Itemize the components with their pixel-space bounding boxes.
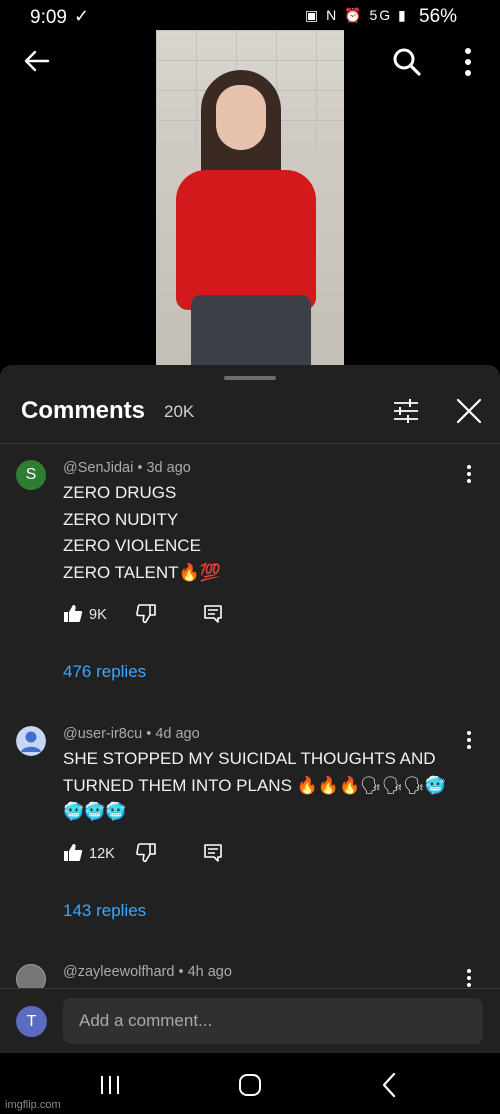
like-count: 9K — [89, 607, 107, 623]
add-comment-input[interactable]: Add a comment... — [63, 998, 483, 1044]
watermark: imgflip.com — [5, 1099, 61, 1111]
comment-text: ZERO DRUGS ZERO NUDITY ZERO VIOLENCE ZER… — [63, 483, 221, 582]
status-bar: 9:09 ✓ ▣ N ⏰ 5G ▮ 56% — [0, 0, 500, 34]
sliders-icon[interactable] — [392, 398, 420, 424]
thumbs-down-icon[interactable] — [136, 843, 156, 863]
comment-meta: @user-ir8cu • 4d ago — [63, 726, 200, 742]
close-icon[interactable] — [456, 398, 482, 424]
header-divider — [0, 443, 500, 444]
drag-handle[interactable] — [224, 376, 276, 380]
search-icon[interactable] — [392, 47, 422, 77]
more-vert-icon[interactable] — [462, 464, 476, 484]
comment-item: S @SenJidai • 3d ago ZERO DRUGS ZERO NUD… — [0, 458, 500, 698]
comment-actions: 12K — [63, 843, 263, 867]
thumbs-up-icon[interactable] — [63, 604, 83, 624]
default-avatar-icon[interactable] — [16, 726, 46, 756]
view-replies-link[interactable]: 143 replies — [63, 901, 146, 921]
download-done-icon: ✓ — [74, 6, 90, 26]
status-time: 9:09 — [30, 7, 67, 28]
comments-count: 20K — [164, 402, 195, 421]
video-player[interactable] — [0, 0, 500, 365]
reply-icon[interactable] — [203, 843, 223, 863]
arrow-left-icon[interactable] — [22, 46, 52, 76]
comment-meta: @zayleewolfhard • 4h ago — [63, 964, 232, 980]
comments-title: Comments — [21, 397, 146, 424]
avatar[interactable]: S — [16, 460, 46, 490]
thumbs-down-icon[interactable] — [136, 604, 156, 624]
back-chevron-icon[interactable] — [380, 1072, 398, 1098]
jeans — [191, 295, 311, 365]
more-vert-icon[interactable] — [458, 46, 478, 78]
avatar[interactable] — [16, 964, 46, 988]
battery-level: 56% — [419, 6, 458, 27]
like-count: 12K — [89, 846, 115, 862]
comment-meta: @SenJidai • 3d ago — [63, 460, 191, 476]
add-comment-bar: T Add a comment... — [0, 988, 500, 1054]
system-nav-bar — [0, 1053, 500, 1114]
reply-icon[interactable] — [203, 604, 223, 624]
video-thumbnail[interactable] — [156, 30, 344, 365]
person-face — [216, 85, 266, 150]
home-icon[interactable] — [238, 1073, 262, 1097]
comment-actions: 9K — [63, 604, 263, 628]
recent-apps-icon[interactable] — [99, 1075, 121, 1095]
comment-text: SHE STOPPED MY SUICIDAL THOUGHTS AND TUR… — [63, 749, 447, 821]
thumbs-up-icon[interactable] — [63, 843, 83, 863]
user-avatar[interactable]: T — [16, 1006, 47, 1037]
red-sweater — [176, 170, 316, 310]
comment-item: @zayleewolfhard • 4h ago — [0, 962, 500, 988]
more-vert-icon[interactable] — [462, 730, 476, 750]
more-vert-icon[interactable] — [462, 968, 476, 988]
view-replies-link[interactable]: 476 replies — [63, 662, 146, 682]
status-icons: ▣ N ⏰ 5G ▮ — [305, 7, 408, 23]
comment-item: @user-ir8cu • 4d ago SHE STOPPED MY SUIC… — [0, 724, 500, 944]
